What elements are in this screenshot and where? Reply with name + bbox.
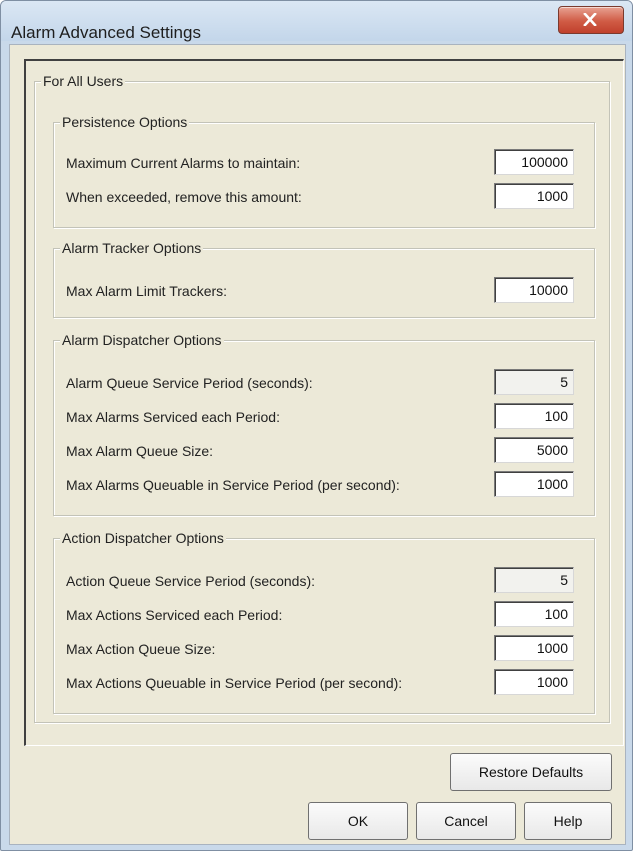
- group-persistence-options: Persistence Options Maximum Current Alar…: [53, 114, 595, 228]
- remove-amount-label: When exceeded, remove this amount:: [66, 189, 302, 205]
- max-action-queue-size-label: Max Action Queue Size:: [66, 641, 216, 657]
- max-actions-queuable-input[interactable]: 1000: [494, 669, 574, 695]
- group-title-alarm-dispatcher: Alarm Dispatcher Options: [60, 332, 224, 348]
- remove-amount-input[interactable]: 1000: [494, 183, 574, 209]
- group-action-dispatcher-options: Action Dispatcher Options Action Queue S…: [53, 530, 595, 714]
- max-actions-serviced-label: Max Actions Serviced each Period:: [66, 607, 283, 623]
- title-bar[interactable]: Alarm Advanced Settings: [1, 1, 632, 42]
- max-alarm-limit-trackers-input[interactable]: 10000: [494, 277, 574, 303]
- cancel-button[interactable]: Cancel: [416, 802, 516, 840]
- group-title-action-dispatcher: Action Dispatcher Options: [60, 530, 226, 546]
- action-queue-service-period-label: Action Queue Service Period (seconds):: [66, 573, 316, 589]
- max-alarms-queuable-input[interactable]: 1000: [494, 471, 574, 497]
- alarm-queue-service-period-input[interactable]: 5: [494, 369, 574, 395]
- max-alarms-serviced-label: Max Alarms Serviced each Period:: [66, 409, 280, 425]
- max-alarms-serviced-input[interactable]: 100: [494, 403, 574, 429]
- max-actions-serviced-input[interactable]: 100: [494, 601, 574, 627]
- window-title: Alarm Advanced Settings: [11, 23, 201, 42]
- max-actions-queuable-label: Max Actions Queuable in Service Period (…: [66, 675, 403, 691]
- group-alarm-dispatcher-options: Alarm Dispatcher Options Alarm Queue Ser…: [53, 332, 595, 516]
- max-alarm-queue-size-input[interactable]: 5000: [494, 437, 574, 463]
- settings-panel: For All Users Persistence Options Maximu…: [24, 59, 624, 746]
- max-alarm-limit-trackers-label: Max Alarm Limit Trackers:: [66, 283, 228, 299]
- max-current-alarms-label: Maximum Current Alarms to maintain:: [66, 155, 301, 171]
- group-alarm-tracker-options: Alarm Tracker Options Max Alarm Limit Tr…: [53, 240, 595, 318]
- dialog-body: For All Users Persistence Options Maximu…: [9, 44, 626, 845]
- max-current-alarms-input[interactable]: 100000: [494, 149, 574, 175]
- dialog-window: Alarm Advanced Settings For All Users Pe…: [0, 0, 633, 851]
- alarm-queue-service-period-label: Alarm Queue Service Period (seconds):: [66, 375, 313, 391]
- group-for-all-users: For All Users Persistence Options Maximu…: [34, 73, 610, 723]
- action-queue-service-period-input[interactable]: 5: [494, 567, 574, 593]
- group-title-for-all-users: For All Users: [41, 73, 126, 89]
- max-alarm-queue-size-label: Max Alarm Queue Size:: [66, 443, 214, 459]
- group-title-tracker: Alarm Tracker Options: [60, 240, 204, 256]
- group-title-persistence: Persistence Options: [60, 114, 190, 130]
- ok-button[interactable]: OK: [308, 802, 408, 840]
- max-action-queue-size-input[interactable]: 1000: [494, 635, 574, 661]
- max-alarms-queuable-label: Max Alarms Queuable in Service Period (p…: [66, 477, 400, 493]
- restore-defaults-button[interactable]: Restore Defaults: [450, 753, 612, 791]
- close-icon: [583, 13, 597, 26]
- help-button[interactable]: Help: [524, 802, 612, 840]
- close-button[interactable]: [558, 6, 624, 34]
